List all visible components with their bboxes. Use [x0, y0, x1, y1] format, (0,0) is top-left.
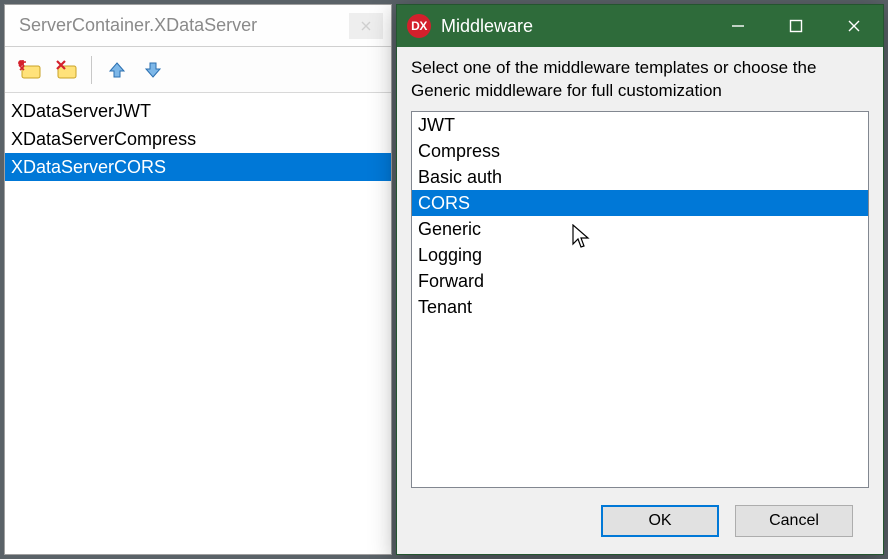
cancel-button[interactable]: Cancel — [735, 505, 853, 537]
add-item-button[interactable] — [15, 55, 45, 85]
list-item[interactable]: Compress — [412, 138, 868, 164]
dialog-title: Middleware — [441, 16, 709, 37]
delete-item-button[interactable] — [51, 55, 81, 85]
list-item[interactable]: Tenant — [412, 294, 868, 320]
delete-item-icon — [54, 60, 78, 80]
list-item[interactable]: XDataServerCORS — [5, 153, 391, 181]
list-item[interactable]: Forward — [412, 268, 868, 294]
dialog-button-row: OK Cancel — [411, 488, 869, 554]
middleware-listbox[interactable]: JWTCompressBasic authCORSGenericLoggingF… — [411, 111, 869, 488]
minimize-button[interactable] — [709, 5, 767, 47]
close-icon — [847, 19, 861, 33]
editor-list[interactable]: XDataServerJWTXDataServerCompressXDataSe… — [5, 93, 391, 554]
list-item[interactable]: Basic auth — [412, 164, 868, 190]
dialog-body: Select one of the middleware templates o… — [397, 47, 883, 554]
list-item[interactable]: CORS — [412, 190, 868, 216]
list-item[interactable]: Logging — [412, 242, 868, 268]
list-item[interactable]: JWT — [412, 112, 868, 138]
list-item[interactable]: XDataServerJWT — [5, 97, 391, 125]
middleware-dialog: DX Middleware Select one of the middlewa… — [396, 4, 884, 555]
ok-button[interactable]: OK — [601, 505, 719, 537]
editor-window: ServerContainer.XDataServer — [4, 4, 392, 555]
editor-toolbar — [5, 47, 391, 93]
editor-titlebar: ServerContainer.XDataServer — [5, 5, 391, 47]
close-button[interactable] — [825, 5, 883, 47]
app-badge-icon: DX — [407, 14, 431, 38]
arrow-down-icon — [143, 60, 163, 80]
maximize-icon — [789, 19, 803, 33]
dialog-titlebar: DX Middleware — [397, 5, 883, 47]
list-item[interactable]: Generic — [412, 216, 868, 242]
move-up-button[interactable] — [102, 55, 132, 85]
arrow-up-icon — [107, 60, 127, 80]
minimize-icon — [731, 19, 745, 33]
list-item[interactable]: XDataServerCompress — [5, 125, 391, 153]
move-down-button[interactable] — [138, 55, 168, 85]
close-icon — [361, 21, 371, 31]
editor-title: ServerContainer.XDataServer — [19, 15, 349, 36]
maximize-button[interactable] — [767, 5, 825, 47]
editor-close-button[interactable] — [349, 13, 383, 39]
new-item-icon — [18, 60, 42, 80]
dialog-instruction: Select one of the middleware templates o… — [411, 57, 869, 103]
toolbar-separator — [91, 56, 92, 84]
